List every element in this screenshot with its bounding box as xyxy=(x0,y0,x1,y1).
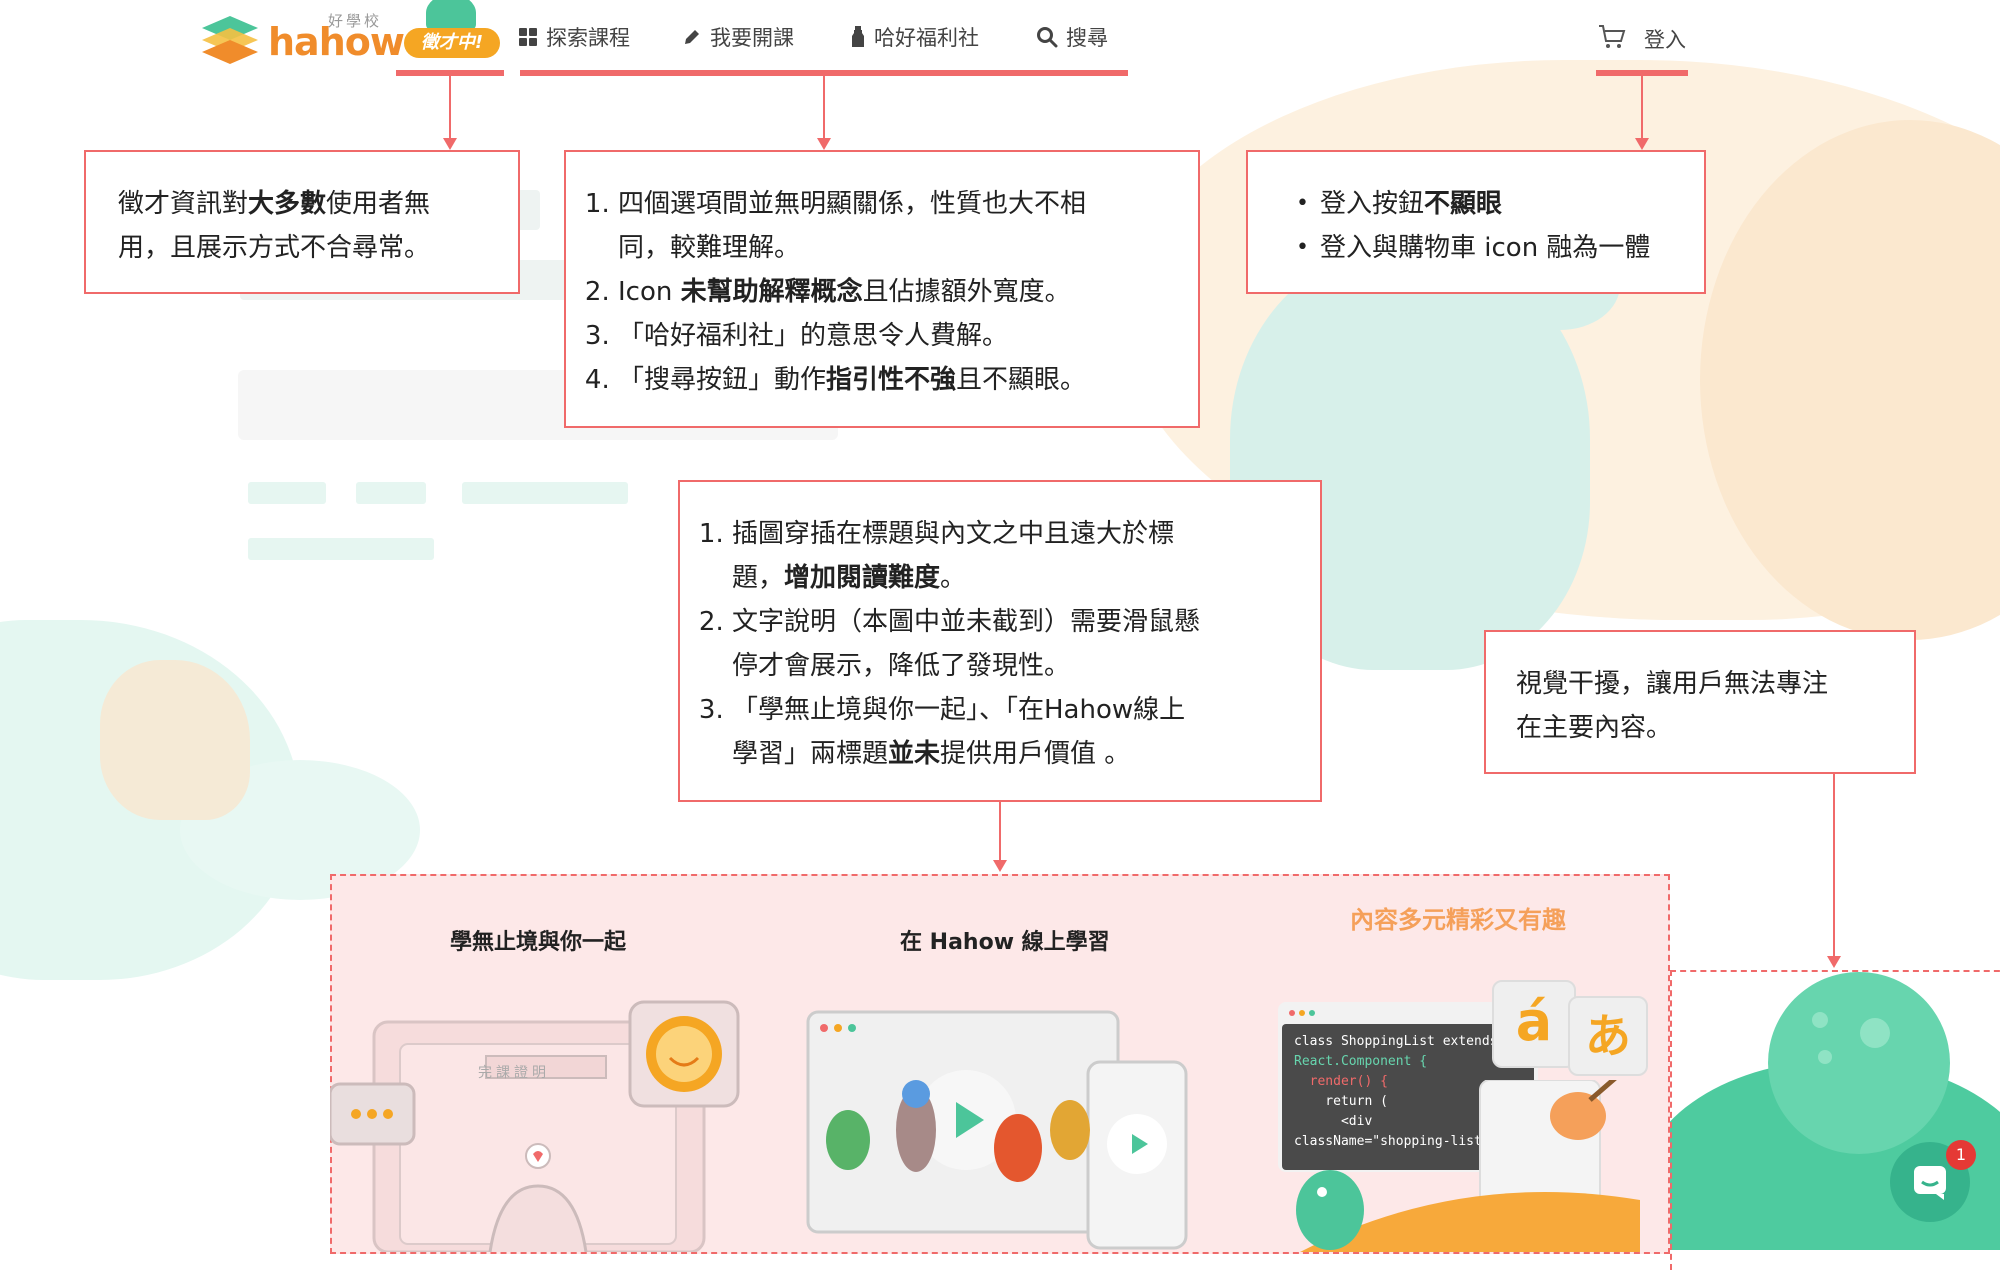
connector-arrow xyxy=(993,860,1007,872)
bottle-icon xyxy=(852,26,864,47)
logo-mark-icon xyxy=(202,16,258,64)
callout-emphasis: 大多數 xyxy=(248,189,327,219)
callout-text: 同，較難理解。 xyxy=(618,233,801,263)
nav-item-search[interactable]: 搜尋 xyxy=(1036,22,1108,52)
callout-text: 學習」兩標題 xyxy=(732,739,889,769)
callout-text: 。 xyxy=(940,563,967,593)
callout-list-item: Icon 未幫助解釋概念且佔據額外寬度。 xyxy=(618,270,1166,314)
callout-visual: 視覺干擾，讓用戶無法專注 在主要內容。 xyxy=(1484,630,1916,774)
feature-title-learn-together: 學無止境與你一起 xyxy=(450,930,627,955)
connector-line xyxy=(1833,772,1835,958)
language-card-japanese: あ xyxy=(1568,996,1648,1076)
callout-list-item: 登入與購物車 icon 融為一體 xyxy=(1296,226,1684,270)
blurred-tag xyxy=(248,482,326,504)
nav-item-welfare-store[interactable]: 哈好福利社 xyxy=(850,22,979,52)
callout-text: 「搜尋按鈕」動作 xyxy=(618,365,827,395)
callout-login: 登入按鈕不顯眼 登入與購物車 icon 融為一體 xyxy=(1246,150,1706,294)
search-icon xyxy=(1037,27,1058,48)
callout-emphasis: 未幫助解釋概念 xyxy=(680,277,863,307)
nav-item-create-course[interactable]: 我要開課 xyxy=(682,22,794,52)
login-button[interactable]: 登入 xyxy=(1644,24,1686,54)
callout-text: 文字說明（本圖中並未截到）需要滑鼠懸 xyxy=(732,607,1201,637)
online-learning-illustration xyxy=(806,1010,1188,1250)
callout-list-item: 插圖穿插在標題與內文之中且遠大於標題，增加閱讀難度。 xyxy=(732,512,1296,600)
callout-emphasis: 增加閱讀難度 xyxy=(784,563,941,593)
callout-text: 徵才資訊對 xyxy=(118,189,249,219)
code-line: class ShoppingList extends xyxy=(1294,1034,1498,1049)
login-label: 登入 xyxy=(1644,28,1686,52)
certificate-illustration xyxy=(330,1000,740,1252)
callout-text: 四個選項間並無明顯關係，性質也大不相 xyxy=(618,189,1087,219)
camel-illustration xyxy=(100,660,250,820)
callout-line: 徵才資訊對大多數使用者無 xyxy=(118,182,486,226)
guitar-and-dino-illustration xyxy=(1296,1080,1640,1252)
callout-list-item: 文字說明（本圖中並未截到）需要滑鼠懸停才會展示，降低了發現性。 xyxy=(732,600,1296,688)
callout-emphasis: 並未 xyxy=(888,739,941,769)
callout-text: 登入按鈕 xyxy=(1320,189,1425,219)
nav-item-label: 探索課程 xyxy=(546,26,630,50)
connector-arrow xyxy=(443,138,457,150)
connector-arrow xyxy=(817,138,831,150)
callout-list-item: 登入按鈕不顯眼 xyxy=(1296,182,1684,226)
callout-list-item: 四個選項間並無明顯關係，性質也大不相同，較難理解。 xyxy=(618,182,1166,270)
cart-icon xyxy=(1599,25,1626,48)
connector-line xyxy=(999,800,1001,862)
top-nav: hahow 好學校 徵才中! 探索課程 我要開課 哈好福利社 搜尋 登入 xyxy=(0,0,2000,76)
callout-text: 「學無止境與你一起」、「在Hahow線上 xyxy=(732,695,1186,725)
code-line: React.Component { xyxy=(1294,1054,1428,1069)
connector-arrow xyxy=(1827,956,1841,968)
callout-text: 停才會展示，降低了發現性。 xyxy=(732,651,1071,681)
certificate-label: 完課證明 xyxy=(478,1065,550,1081)
callout-section: 插圖穿插在標題與內文之中且遠大於標題，增加閱讀難度。 文字說明（本圖中並未截到）… xyxy=(678,480,1322,802)
blurred-tag xyxy=(356,482,426,504)
callout-text: 插圖穿插在標題與內文之中且遠大於標 xyxy=(732,519,1175,549)
callout-text: 題， xyxy=(732,563,785,593)
callout-text: 且不顯眼。 xyxy=(956,365,1087,395)
callout-line: 用，且展示方式不合尋常。 xyxy=(118,233,431,263)
callout-list: 插圖穿插在標題與內文之中且遠大於標題，增加閱讀難度。 文字說明（本圖中並未截到）… xyxy=(690,512,1296,776)
nav-item-explore-courses[interactable]: 探索課程 xyxy=(518,22,630,52)
callout-list: 四個選項間並無明顯關係，性質也大不相同，較難理解。 Icon 未幫助解釋概念且佔… xyxy=(576,182,1166,402)
callout-emphasis: 不顯眼 xyxy=(1424,189,1503,219)
callout-list-item: 「搜尋按鈕」動作指引性不強且不顯眼。 xyxy=(618,358,1166,402)
callout-nav-items: 四個選項間並無明顯關係，性質也大不相同，較難理解。 Icon 未幫助解釋概念且佔… xyxy=(564,150,1200,428)
callout-list-item: 「學無止境與你一起」、「在Hahow線上學習」兩標題並未提供用戶價值 。 xyxy=(732,688,1296,776)
nav-item-label: 我要開課 xyxy=(710,26,794,50)
connector-arrow xyxy=(1635,138,1649,150)
highlighted-decoration-area xyxy=(1670,970,2000,1270)
hahow-logo[interactable]: hahow 好學校 xyxy=(200,12,405,64)
chat-icon xyxy=(1914,1166,1946,1200)
pencil-icon xyxy=(685,30,699,44)
callout-line: 在主要內容。 xyxy=(1516,713,1673,743)
grid-icon xyxy=(519,28,537,46)
connector-line xyxy=(823,76,825,142)
chat-unread-badge: 1 xyxy=(1946,1140,1976,1170)
callout-text: Icon xyxy=(618,277,681,307)
feature-title-diverse-content: 內容多元精彩又有趣 xyxy=(1350,906,1566,934)
hiring-badge[interactable]: 徵才中! xyxy=(404,28,500,58)
connector-line xyxy=(449,76,451,142)
callout-text: 且佔據額外寬度。 xyxy=(862,277,1071,307)
feature-title-learn-online: 在 Hahow 線上學習 xyxy=(900,930,1110,955)
logo-subtitle: 好學校 xyxy=(328,12,383,30)
nav-item-label: 搜尋 xyxy=(1066,26,1108,50)
callout-line: 視覺干擾，讓用戶無法專注 xyxy=(1516,669,1829,699)
connector-line xyxy=(1641,76,1643,142)
callout-emphasis: 指引性不強 xyxy=(826,365,957,395)
blurred-tag xyxy=(248,538,434,560)
cart-button[interactable] xyxy=(1598,24,1626,50)
callout-text: 提供用戶價值 。 xyxy=(940,739,1131,769)
callout-list-item: 「哈好福利社」的意思令人費解。 xyxy=(618,314,1166,358)
callout-list: 登入按鈕不顯眼 登入與購物車 icon 融為一體 xyxy=(1272,182,1684,270)
blurred-tag xyxy=(462,482,628,504)
nav-item-label: 哈好福利社 xyxy=(874,26,979,50)
callout-text: 使用者無 xyxy=(326,189,431,219)
window-dots-icon xyxy=(1289,1010,1315,1016)
callout-hiring: 徵才資訊對大多數使用者無 用，且展示方式不合尋常。 xyxy=(84,150,520,294)
language-card-latin: á xyxy=(1492,980,1576,1068)
